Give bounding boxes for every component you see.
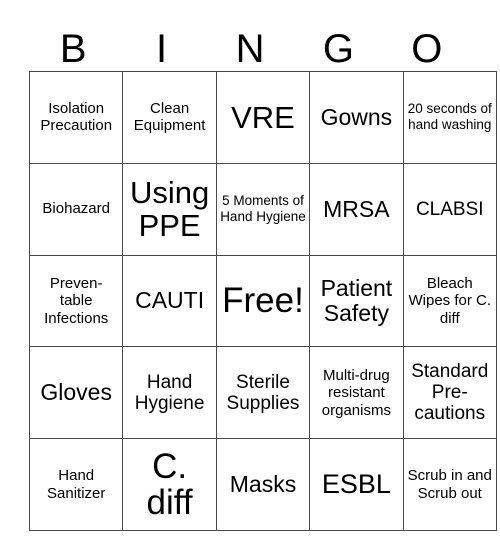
bingo-row: Isolation Precaution Clean Equipment VRE… [28, 71, 497, 164]
bingo-cell-label: C. diff [146, 446, 193, 522]
bingo-grid: Isolation Precaution Clean Equipment VRE… [28, 71, 497, 531]
bingo-cell[interactable]: Multi-drug resistant organisms [309, 346, 404, 440]
header-letter-g: G [322, 27, 354, 71]
bingo-cell[interactable]: Standard Pre- cautions [402, 346, 497, 440]
bingo-cell-label: Standard Pre- cautions [411, 361, 489, 425]
bingo-cell-label: VRE [231, 99, 295, 135]
bingo-row: Gloves Hand Hygiene Sterile Supplies Mul… [28, 346, 497, 440]
bingo-cell[interactable]: CAUTI [122, 254, 217, 348]
header-letter-n: N [235, 27, 265, 71]
bingo-cell-label: MRSA [323, 195, 390, 222]
bingo-cell[interactable]: Hand Hygiene [122, 346, 217, 440]
bingo-cell-label: Patient Safety [320, 274, 393, 326]
bingo-row: Biohazard Using PPE 5 Moments of Hand Hy… [28, 162, 497, 256]
bingo-cell[interactable]: ESBL [309, 438, 404, 531]
bingo-cell-label: 20 seconds of hand washing [407, 101, 492, 133]
bingo-cell-label: ESBL [321, 469, 391, 500]
bingo-cell-label: CAUTI [135, 287, 205, 314]
bingo-cell[interactable]: Scrub in and Scrub out [402, 438, 497, 531]
bingo-cell[interactable]: Patient Safety [309, 254, 404, 348]
bingo-row: Preven- table Infections CAUTI Free! Pat… [28, 254, 497, 348]
bingo-cell-label: Biohazard [42, 200, 110, 218]
bingo-cell[interactable]: Using PPE [122, 162, 217, 256]
bingo-cell[interactable]: Biohazard [28, 162, 124, 256]
bingo-cell-label: Masks [229, 471, 297, 498]
bingo-cell-label: Sterile Supplies [226, 371, 300, 414]
header-letter-b: B [59, 27, 87, 71]
bingo-cell-label: Bleach Wipes for C. diff [408, 274, 492, 327]
bingo-cell[interactable]: Preven- table Infections [28, 254, 124, 348]
bingo-cell-label: CLABSI [415, 198, 484, 220]
bingo-cell-label: Free! [222, 280, 304, 320]
bingo-row: Hand Sanitizer C. diff Masks ESBL Scrub … [28, 438, 497, 531]
bingo-cell-label: Clean Equipment [133, 99, 206, 135]
bingo-cell-label: 5 Moments of Hand Hygiene [220, 193, 306, 225]
bingo-cell-label: Gloves [40, 379, 112, 406]
bingo-cell-free[interactable]: Free! [215, 254, 311, 348]
bingo-cell-label: Using PPE [129, 175, 210, 244]
bingo-cell-label: Preven- table Infections [44, 274, 109, 327]
bingo-cell[interactable]: VRE [215, 71, 311, 164]
bingo-cell[interactable]: Isolation Precaution [28, 71, 124, 164]
bingo-cell[interactable]: Clean Equipment [122, 71, 217, 164]
bingo-header-row: B I N G O [29, 14, 471, 71]
bingo-cell-label: Gowns [320, 103, 393, 130]
bingo-cell-label: Hand Sanitizer [47, 467, 106, 502]
bingo-cell-label: Scrub in and Scrub out [407, 467, 492, 502]
header-letter-i: I [156, 27, 168, 71]
bingo-cell[interactable]: CLABSI [402, 162, 497, 256]
bingo-cell[interactable]: Masks [215, 438, 311, 531]
bingo-cell[interactable]: Gloves [28, 346, 124, 440]
bingo-cell[interactable]: Gowns [309, 71, 404, 164]
bingo-cell-label: Hand Hygiene [134, 371, 205, 414]
bingo-cell[interactable]: 20 seconds of hand washing [402, 71, 497, 164]
bingo-card: B I N G O Isolation Precaution Clean Equ… [28, 14, 497, 531]
bingo-cell-label: Isolation Precaution [40, 99, 113, 135]
bingo-cell[interactable]: Hand Sanitizer [28, 438, 124, 531]
bingo-cell[interactable]: Sterile Supplies [215, 346, 311, 440]
bingo-cell[interactable]: Bleach Wipes for C. diff [402, 254, 497, 348]
bingo-cell[interactable]: MRSA [309, 162, 404, 256]
bingo-cell-label: Multi-drug resistant organisms [321, 366, 391, 419]
bingo-cell[interactable]: 5 Moments of Hand Hygiene [215, 162, 311, 256]
bingo-cell[interactable]: C. diff [122, 438, 217, 531]
header-letter-o: O [411, 27, 443, 71]
